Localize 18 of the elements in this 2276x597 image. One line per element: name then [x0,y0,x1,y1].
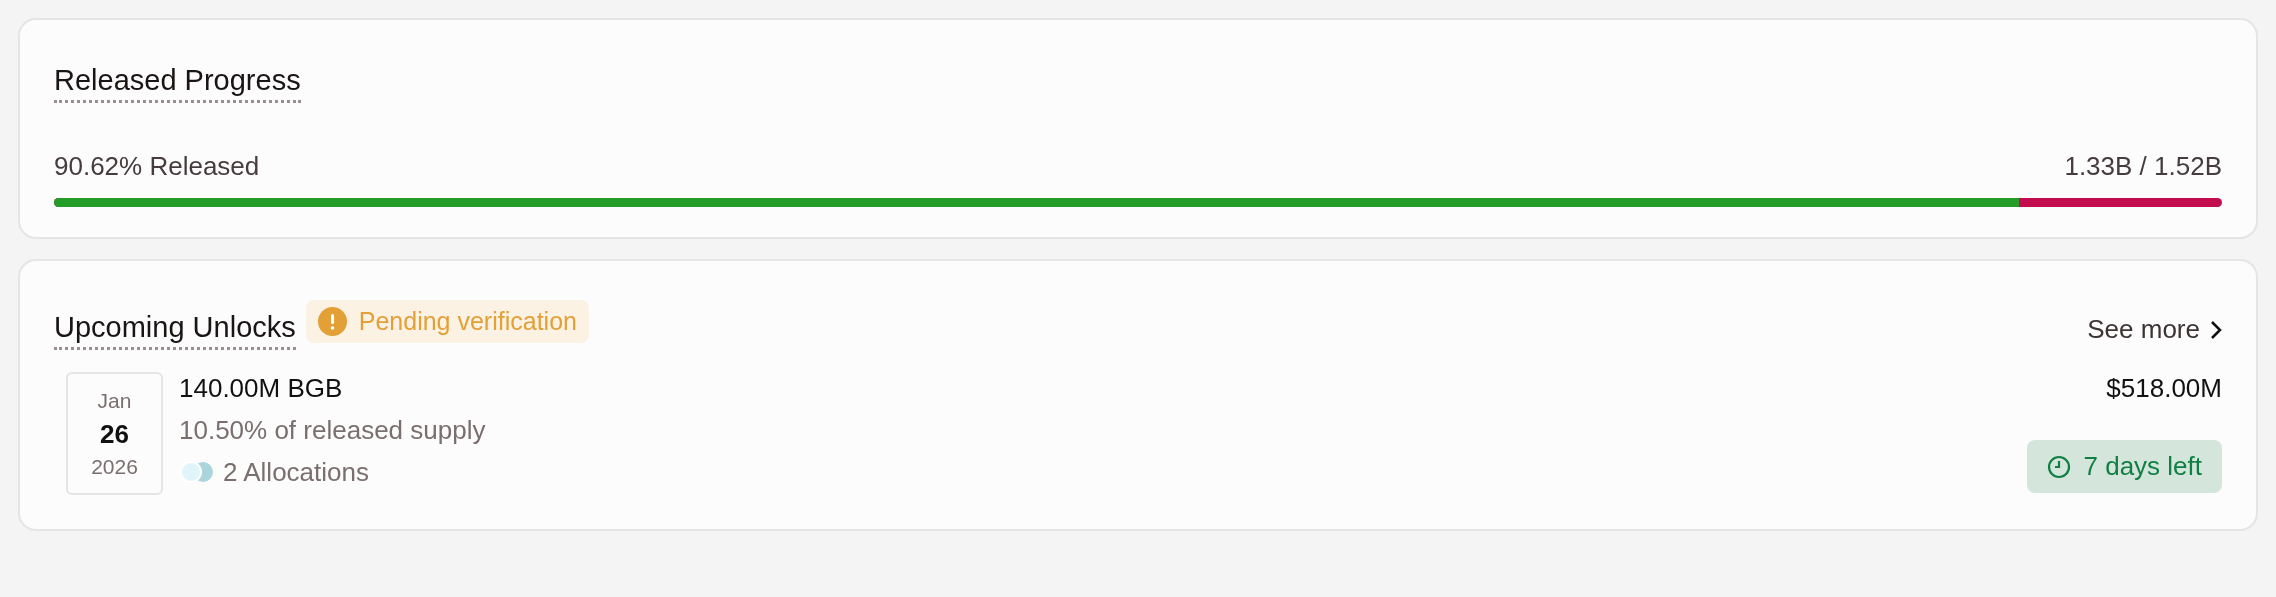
allocation-dots-icon [179,461,215,483]
chevron-right-icon [2210,319,2222,340]
pending-badge: Pending verification [305,300,589,343]
see-more-link[interactable]: See more [2087,310,2222,349]
unlock-amount: 140.00M BGB [179,372,344,405]
allocations-count: 2 Allocations [223,456,369,489]
date-month: Jan [97,387,132,414]
date-year: 2026 [91,453,138,480]
unlock-value: $518.00M [2106,372,2222,405]
supply-share: 10.50% of released supply [179,414,486,447]
section-title: Released Progress [54,62,301,103]
released-percent: 90.62% Released [54,150,260,183]
released-amount: 1.33B / 1.52B [2064,150,2222,183]
exclamation-icon [317,307,347,336]
date-day: 26 [100,415,129,452]
clock-icon [2047,454,2072,479]
section-title: Upcoming Unlocks [54,309,296,350]
time-left-badge: 7 days left [2027,440,2222,493]
